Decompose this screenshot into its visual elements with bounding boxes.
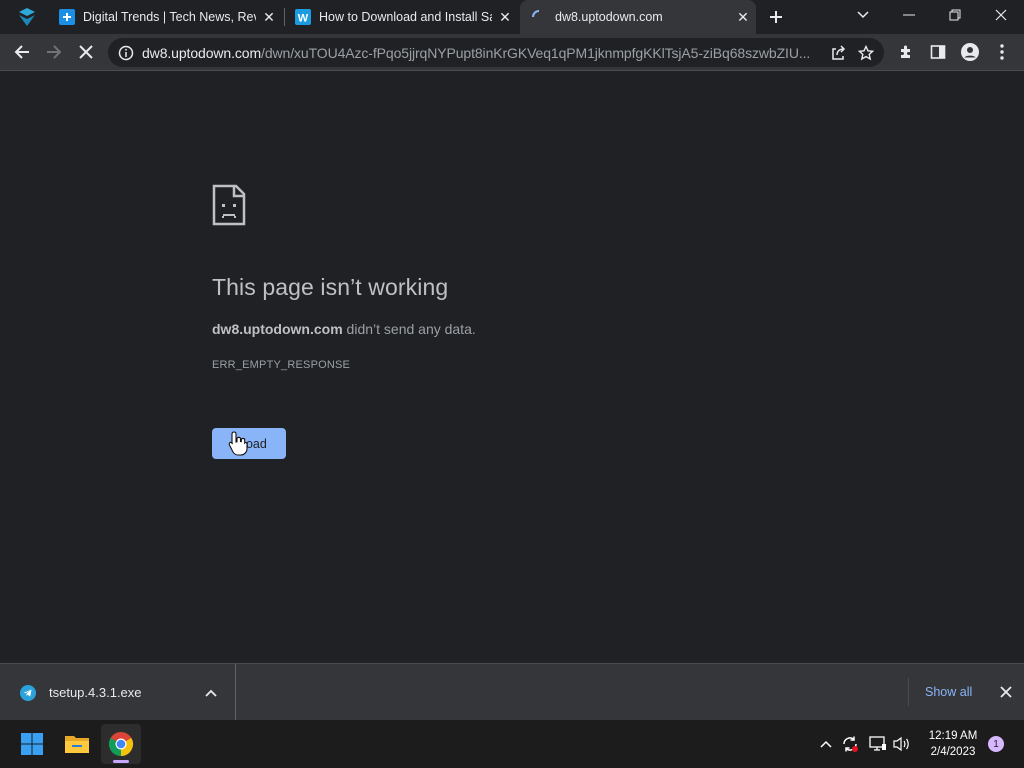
browser-toolbar: dw8.uptodown.com/dwn/xuTOU4Azc-fPqo5jjrq… <box>0 34 1024 71</box>
url-host: dw8.uptodown.com <box>142 44 262 61</box>
close-icon[interactable]: ✕ <box>492 4 518 30</box>
tab-title: How to Download and Install Safari <box>319 10 492 24</box>
clock-date: 2/4/2023 <box>930 746 976 758</box>
stop-loading-button[interactable] <box>72 38 100 66</box>
address-bar[interactable]: dw8.uptodown.com/dwn/xuTOU4Azc-fPqo5jjrq… <box>108 38 884 67</box>
running-indicator <box>113 760 129 763</box>
shelf-divider <box>908 678 909 706</box>
extensions-puzzle-icon[interactable] <box>892 38 920 66</box>
telegram-icon <box>20 684 36 701</box>
close-icon[interactable]: ✕ <box>730 4 756 30</box>
sync-icon[interactable] <box>840 734 860 754</box>
digitaltrends-icon <box>59 9 75 25</box>
tab-search-app-icon[interactable] <box>16 6 38 28</box>
side-panel-icon[interactable] <box>924 38 952 66</box>
tab-digital-trends[interactable]: Digital Trends | Tech News, Reviews ✕ <box>48 0 282 34</box>
w-letter-icon: W <box>295 9 311 25</box>
close-shelf-icon[interactable] <box>994 679 1018 705</box>
bookmark-star-icon[interactable] <box>852 39 880 67</box>
chevron-up-icon[interactable] <box>197 679 225 707</box>
tab-search-chevron-icon[interactable] <box>840 0 886 30</box>
clock-time: 12:19 AM <box>928 730 978 742</box>
restore-button[interactable] <box>932 0 978 30</box>
show-all-button[interactable]: Show all <box>916 680 981 704</box>
url-text[interactable]: dw8.uptodown.com/dwn/xuTOU4Azc-fPqo5jjrq… <box>142 45 824 61</box>
tab-title: Digital Trends | Tech News, Reviews <box>83 10 256 24</box>
tray-overflow-chevron-icon[interactable] <box>816 734 836 754</box>
tab-title: dw8.uptodown.com <box>555 10 663 24</box>
system-clock[interactable]: 12:19 AM 2/4/2023 <box>920 728 986 760</box>
forward-button[interactable] <box>40 38 68 66</box>
url-path: /dwn/xuTOU4Azc-fPqo5jjrqNYPupt8inKrGKVeq… <box>261 44 811 61</box>
tab-safari-article[interactable]: W How to Download and Install Safari ✕ <box>284 0 518 34</box>
sad-page-icon <box>212 184 246 226</box>
back-button[interactable] <box>8 38 36 66</box>
hand-cursor-icon <box>227 430 249 456</box>
page-content: This page isn’t working dw8.uptodown.com… <box>0 71 1024 663</box>
svg-text:W: W <box>298 13 309 25</box>
volume-icon[interactable] <box>892 734 912 754</box>
share-icon[interactable] <box>824 39 852 67</box>
profile-avatar-icon[interactable] <box>956 38 984 66</box>
start-button[interactable] <box>12 724 52 764</box>
reload-button[interactable]: load <box>212 428 286 459</box>
menu-kebab-icon[interactable] <box>988 38 1016 66</box>
download-shelf: tsetup.4.3.1.exe Show all <box>0 663 1024 721</box>
download-item[interactable]: tsetup.4.3.1.exe <box>0 664 236 721</box>
error-title: This page isn’t working <box>212 274 449 300</box>
notification-badge[interactable]: 1 <box>988 736 1004 752</box>
windows-taskbar: 12:19 AM 2/4/2023 <box>0 720 1024 768</box>
minimize-button[interactable] <box>886 0 932 30</box>
loading-spinner-icon <box>531 9 547 25</box>
tab-strip: Digital Trends | Tech News, Reviews ✕ W … <box>0 0 1024 34</box>
new-tab-button[interactable] <box>762 4 790 30</box>
error-description: dw8.uptodown.com didn’t send any data. <box>212 321 476 337</box>
site-info-icon[interactable] <box>118 45 134 61</box>
close-icon[interactable]: ✕ <box>256 4 282 30</box>
tab-uptodown[interactable]: dw8.uptodown.com ✕ <box>520 0 756 34</box>
download-file-name: tsetup.4.3.1.exe <box>49 685 142 700</box>
file-explorer-icon[interactable] <box>57 724 97 764</box>
chrome-taskbar-icon[interactable] <box>101 724 141 764</box>
close-window-button[interactable] <box>978 0 1024 30</box>
network-icon[interactable] <box>868 734 888 754</box>
error-host: dw8.uptodown.com <box>212 321 343 337</box>
error-message: didn’t send any data. <box>342 321 476 337</box>
error-code: ERR_EMPTY_RESPONSE <box>212 359 351 371</box>
